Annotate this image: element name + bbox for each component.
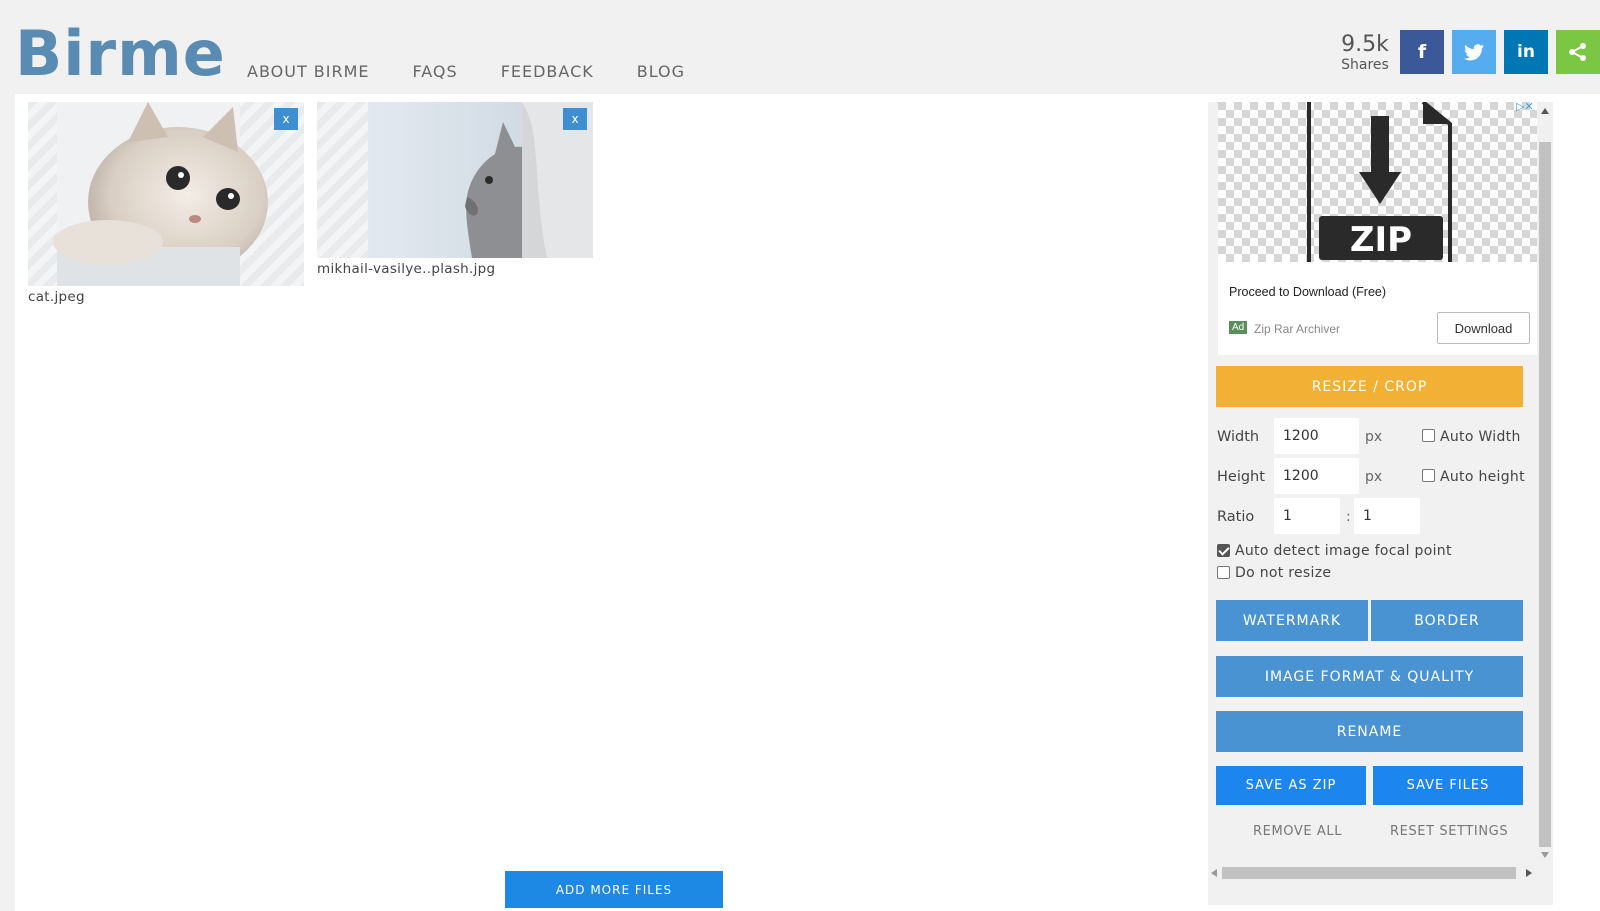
remove-file-button[interactable]: x	[563, 108, 587, 130]
auto-height-checkbox[interactable]	[1422, 469, 1435, 482]
ad-choices-icon[interactable]: ▷✕	[1516, 102, 1534, 113]
site-logo[interactable]: Birme	[15, 20, 226, 88]
height-input[interactable]	[1274, 458, 1359, 494]
reset-settings-button[interactable]: RESET SETTINGS	[1390, 824, 1508, 839]
width-label: Width	[1217, 429, 1260, 445]
facebook-share-button[interactable]: f	[1400, 30, 1444, 74]
file-card: x mikhail-vasilye..plash.jpg	[317, 102, 593, 284]
settings-panel: ZIP ▷✕ Proceed to Download (Free) Ad Zip…	[1208, 102, 1553, 905]
nav-blog[interactable]: BLOG	[637, 62, 685, 81]
twitter-share-button[interactable]	[1452, 30, 1496, 74]
file-name: mikhail-vasilye..plash.jpg	[317, 261, 496, 277]
site-header: Birme ABOUT BIRME FAQS FEEDBACK BLOG 9.5…	[0, 0, 1600, 93]
facebook-icon: f	[1417, 41, 1427, 63]
save-files-button[interactable]: SAVE FILES	[1373, 766, 1523, 805]
height-unit: px	[1365, 469, 1383, 485]
scroll-right-icon[interactable]	[1526, 869, 1532, 877]
resize-crop-button[interactable]: RESIZE / CROP	[1216, 366, 1523, 407]
ad-advertiser[interactable]: Zip Rar Archiver	[1254, 322, 1340, 336]
cat-profile-photo-image	[317, 102, 593, 258]
twitter-icon	[1464, 43, 1484, 60]
share-icon	[1569, 43, 1586, 61]
zip-label: ZIP	[1350, 220, 1412, 260]
rename-button[interactable]: RENAME	[1216, 711, 1523, 752]
remove-all-button[interactable]: REMOVE ALL	[1253, 824, 1342, 839]
focal-point-label[interactable]: Auto detect image focal point	[1235, 543, 1452, 559]
share-counter: 9.5k Shares	[1336, 32, 1394, 73]
linkedin-icon: in	[1517, 42, 1535, 62]
nav-faqs[interactable]: FAQS	[413, 62, 458, 81]
ad-badge: Ad	[1229, 321, 1248, 334]
auto-height-label[interactable]: Auto height	[1440, 469, 1525, 485]
ratio-separator: :	[1346, 509, 1351, 525]
height-label: Height	[1217, 469, 1265, 485]
file-thumbnail: x	[317, 102, 593, 258]
save-as-zip-button[interactable]: SAVE AS ZIP	[1216, 766, 1366, 805]
nav-about[interactable]: ABOUT BIRME	[247, 62, 370, 81]
border-button[interactable]: BORDER	[1371, 600, 1523, 641]
file-thumbnail: x	[28, 102, 304, 286]
horizontal-scroll-thumb[interactable]	[1222, 867, 1516, 879]
scroll-left-icon[interactable]	[1211, 869, 1217, 877]
auto-width-checkbox[interactable]	[1422, 429, 1435, 442]
close-icon: x	[571, 112, 579, 126]
close-icon: x	[282, 112, 290, 126]
remove-file-button[interactable]: x	[274, 108, 298, 130]
panel-vertical-scrollbar[interactable]	[1537, 102, 1553, 862]
ad-download-button[interactable]: Download	[1437, 312, 1530, 344]
share-count: 9.5k	[1341, 32, 1389, 57]
more-share-button[interactable]	[1556, 30, 1600, 74]
do-not-resize-label[interactable]: Do not resize	[1235, 565, 1331, 581]
zip-file-icon: ZIP	[1218, 102, 1538, 262]
panel-horizontal-scrollbar[interactable]	[1208, 865, 1537, 881]
share-count-label: Shares	[1341, 57, 1389, 73]
cat-photo-image	[28, 102, 304, 286]
image-format-quality-button[interactable]: IMAGE FORMAT & QUALITY	[1216, 656, 1523, 697]
width-input[interactable]	[1274, 418, 1359, 454]
ratio-width-input[interactable]	[1274, 498, 1340, 534]
file-card: x cat.jpeg	[28, 102, 304, 312]
ad-headline[interactable]: Proceed to Download (Free)	[1229, 285, 1386, 299]
ratio-height-input[interactable]	[1354, 498, 1420, 534]
file-name: cat.jpeg	[28, 289, 85, 305]
focal-point-checkbox[interactable]	[1217, 544, 1230, 557]
width-unit: px	[1365, 429, 1383, 445]
nav-feedback[interactable]: FEEDBACK	[501, 62, 594, 81]
scroll-down-icon[interactable]	[1541, 852, 1549, 858]
do-not-resize-checkbox[interactable]	[1217, 566, 1230, 579]
scroll-up-icon[interactable]	[1541, 108, 1549, 114]
auto-width-label[interactable]: Auto Width	[1440, 429, 1521, 445]
ratio-label: Ratio	[1217, 509, 1255, 525]
watermark-button[interactable]: WATERMARK	[1216, 600, 1368, 641]
vertical-scroll-thumb[interactable]	[1539, 142, 1551, 847]
advertisement[interactable]: ZIP ▷✕ Proceed to Download (Free) Ad Zip…	[1218, 102, 1538, 355]
linkedin-share-button[interactable]: in	[1504, 30, 1548, 74]
main-nav: ABOUT BIRME FAQS FEEDBACK BLOG	[247, 62, 728, 81]
add-more-files-button[interactable]: ADD MORE FILES	[505, 871, 723, 908]
